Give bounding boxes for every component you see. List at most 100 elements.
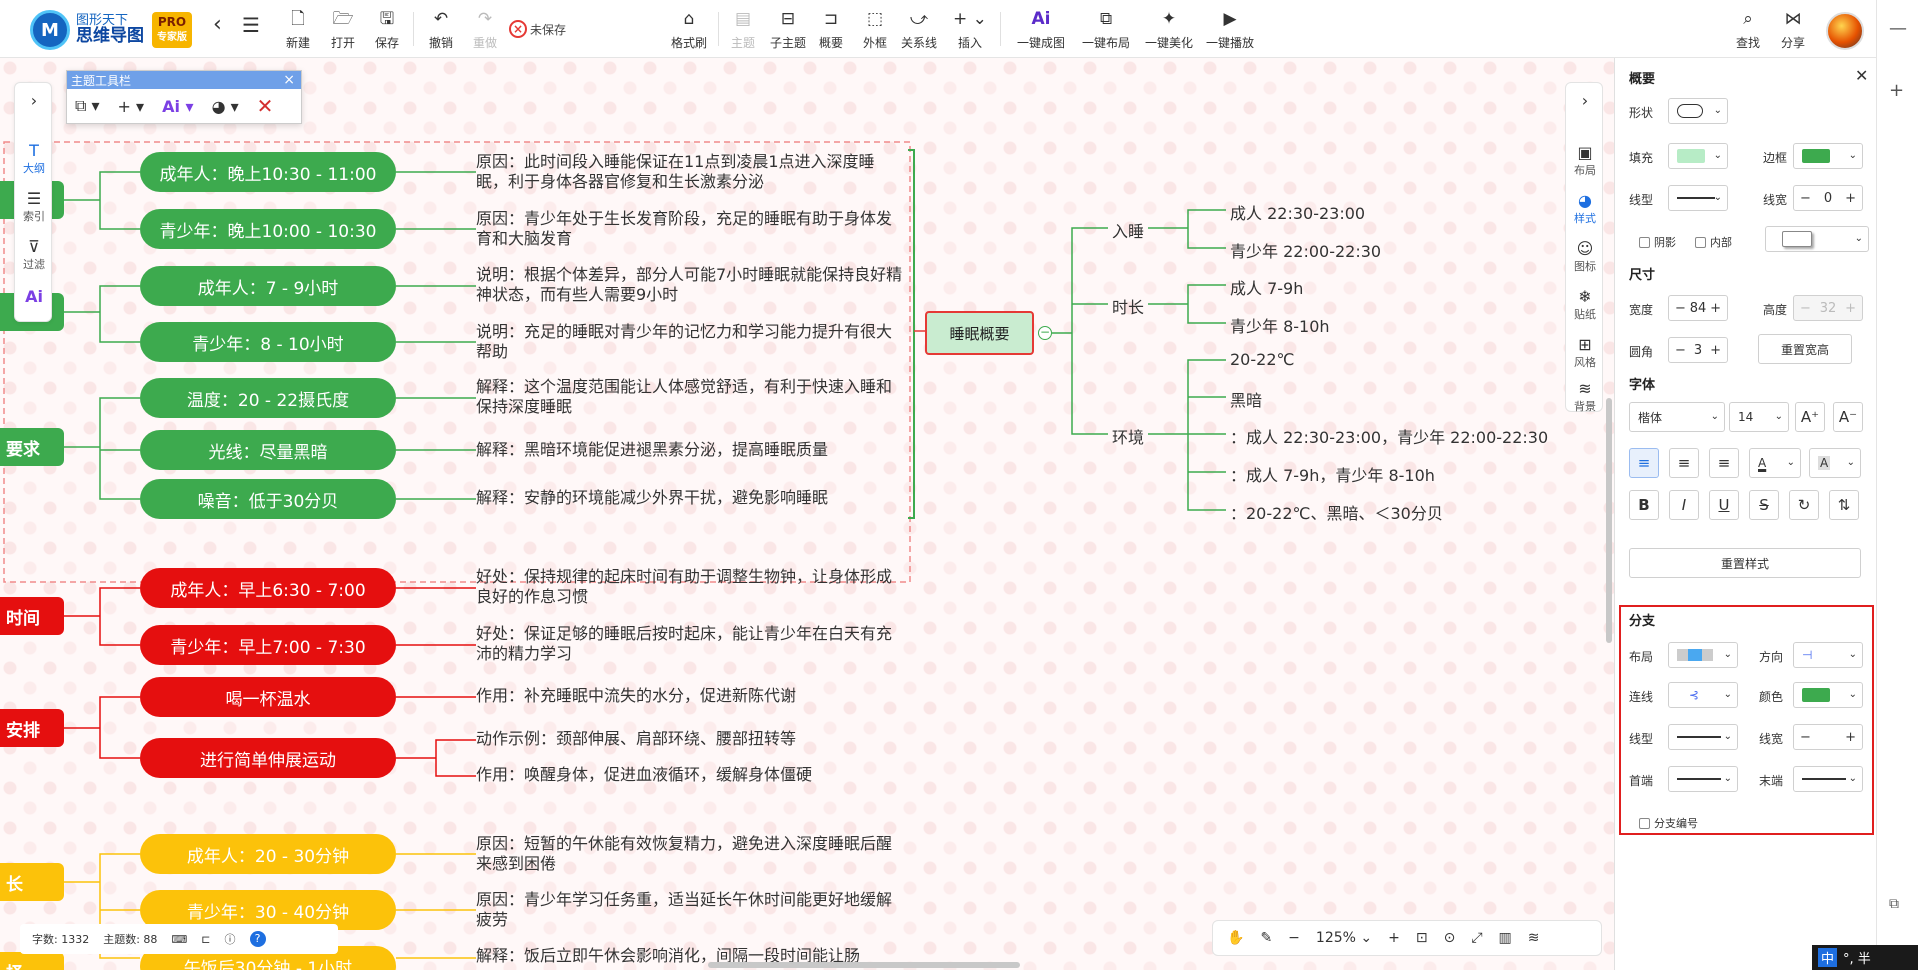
description-text[interactable]: 作用：补充睡眠中流失的水分，促进新陈代谢 [476, 686, 906, 706]
format-brush-button[interactable]: ⌂ 格式刷 [671, 8, 707, 52]
back-icon[interactable]: ‹ [213, 14, 222, 58]
zoom-in-icon[interactable]: + [1388, 930, 1400, 946]
screenshot-icon[interactable]: ⧉ [1889, 896, 1899, 912]
topic-node[interactable]: 成年人：早上6:30 - 7:00 [140, 568, 396, 608]
add-icon[interactable]: + ▾ [118, 97, 145, 116]
branch-label[interactable]: 时长 [1112, 294, 1144, 318]
font-family-select[interactable]: 楷体 ⌄ [1629, 402, 1725, 432]
layout-toggle-icon[interactable]: ⊏ [201, 933, 210, 946]
text-color-select[interactable]: A ⌄ [1749, 448, 1801, 478]
new-button[interactable]: 🗋 新建 [286, 8, 310, 52]
font-shrink-icon[interactable]: A⁻ [1833, 402, 1863, 432]
menu-icon[interactable]: ☰ [242, 14, 260, 58]
height-stepper[interactable]: −32 + [1793, 295, 1863, 321]
bold-icon[interactable]: B [1629, 490, 1659, 520]
branch-label[interactable]: 入睡 [1112, 218, 1144, 242]
group-label[interactable]: 择 [0, 952, 64, 970]
help-icon[interactable]: ? [249, 931, 266, 947]
app-logo[interactable]: M 图形天下 思维导图 PRO 专家版 [30, 10, 192, 50]
topic-node[interactable]: 喝一杯温水 [140, 677, 396, 717]
group-label[interactable]: 安排 [0, 709, 64, 747]
rail-background[interactable]: ≋ 背景 [1566, 379, 1604, 414]
play-button[interactable]: ▶ 一键播放 [1206, 8, 1254, 52]
rail-ai[interactable]: Ai [15, 287, 53, 306]
topic-node[interactable]: 成年人：20 - 30分钟 [140, 834, 396, 874]
reset-size-button[interactable]: 重置宽高 [1758, 334, 1852, 364]
map-icon[interactable]: ▥ [1499, 930, 1512, 946]
topic-node[interactable]: 青少年：晚上10:00 - 10:30 [140, 209, 396, 249]
description-text[interactable]: 说明：根据个体差异，部分人可能7小时睡眠就能保持良好精神状态，而有些人需要9小时 [476, 265, 906, 305]
description-text[interactable]: 好处：保持规律的起床时间有助于调整生物钟，让身体形成良好的作息习惯 [476, 567, 906, 607]
rail-theme[interactable]: ⊞ 风格 [1566, 335, 1604, 370]
width-stepper[interactable]: −84 + [1668, 295, 1728, 321]
description-text[interactable]: 原因：青少年学习任务重，适当延长午休时间能更好地缓解疲劳 [476, 890, 906, 930]
save-button[interactable]: 🖫 保存 [375, 8, 399, 52]
relation-button[interactable]: ⤻ 关系线 [901, 8, 937, 52]
beautify-button[interactable]: ✦ 一键美化 [1145, 8, 1193, 52]
pro-badge[interactable]: PRO 专家版 [152, 12, 192, 48]
zoom-level[interactable]: 125% ⌄ [1316, 930, 1372, 946]
branch-child[interactable]: 20-22℃ [1230, 350, 1294, 369]
topic-node[interactable]: 进行简单伸展运动 [140, 738, 396, 778]
palette-icon[interactable]: ◕ ▾ [212, 97, 239, 116]
center-icon[interactable]: ⊙ [1444, 930, 1456, 946]
close-icon[interactable]: × [283, 72, 301, 88]
ai-map-button[interactable]: Ai 一键成图 [1017, 8, 1065, 52]
description-text[interactable]: 原因：此时间段入睡能保证在11点到凌晨1点进入深度睡眠，利于身体各器官修复和生长… [476, 152, 906, 192]
delete-icon[interactable]: ✕ [257, 94, 274, 118]
reset-style-button[interactable]: 重置样式 [1629, 548, 1861, 578]
group-label[interactable]: 长 [0, 863, 64, 901]
strikethrough-icon[interactable]: S [1749, 490, 1779, 520]
line-type-select[interactable]: ⌄ [1668, 185, 1728, 211]
plus-icon[interactable]: + [1889, 80, 1904, 101]
topic-node[interactable]: 成年人：7 - 9小时 [140, 266, 396, 306]
branch-child[interactable]: 青少年 22:00-22:30 [1230, 238, 1381, 262]
topic-node[interactable]: 青少年：早上7:00 - 7:30 [140, 625, 396, 665]
expand-icon[interactable]: › [1566, 91, 1604, 110]
branch-child[interactable]: 成人 22:30-23:00 [1230, 200, 1365, 224]
topic-node[interactable]: 光线：尽量黑暗 [140, 430, 396, 470]
description-text[interactable]: 解释：安静的环境能减少外界干扰，避免影响睡眠 [476, 488, 906, 508]
avatar[interactable] [1826, 12, 1864, 50]
sub-topic-button[interactable]: ⊟ 子主题 [770, 8, 806, 52]
auto-layout-button[interactable]: ⧉ 一键布局 [1082, 8, 1130, 52]
shape-select[interactable]: ⌄ [1668, 98, 1728, 124]
description-text[interactable]: 解释：这个温度范围能让人体感觉舒适，有利于快速入睡和保持深度睡眠 [476, 377, 906, 417]
radius-stepper[interactable]: −3 + [1668, 337, 1728, 363]
rail-style[interactable]: ◕ 样式 [1566, 191, 1604, 226]
topic-node[interactable]: 成年人：晚上10:30 - 11:00 [140, 152, 396, 192]
share-button[interactable]: ⋈ 分享 [1781, 8, 1805, 52]
vertical-scrollbar[interactable] [1606, 398, 1612, 643]
description-text[interactable]: 作用：唤醒身体，促进血液循环，缓解身体僵硬 [476, 765, 906, 785]
topic-toolbar-header[interactable]: 主题工具栏 × [67, 71, 301, 89]
rail-filter[interactable]: ⊽ 过滤 [15, 237, 53, 272]
search-button[interactable]: ⌕ 查找 [1736, 8, 1760, 52]
boundary-button[interactable]: ⬚ 外框 [863, 8, 887, 52]
ai-icon[interactable]: Ai ▾ [162, 97, 193, 116]
branch-child[interactable]: 黑暗 [1230, 387, 1262, 411]
sort-icon[interactable]: ⇅ [1829, 490, 1859, 520]
rail-sticker[interactable]: ❄ 贴纸 [1566, 287, 1604, 322]
open-button[interactable]: 🗁 打开 [331, 8, 355, 52]
align-center-icon[interactable]: ≡ [1669, 448, 1699, 478]
keyboard-icon[interactable]: ⌨ [171, 933, 187, 946]
branch-child[interactable]: 青少年 8-10h [1230, 313, 1330, 337]
fill-color-select[interactable]: ⌄ [1668, 143, 1728, 169]
branch-child[interactable]: 成人 7-9h [1230, 275, 1303, 299]
topic-node[interactable]: 青少年：8 - 10小时 [140, 322, 396, 362]
align-left-icon[interactable]: ≡ [1629, 448, 1659, 478]
summary-button[interactable]: ⊐ 概要 [819, 8, 843, 52]
rail-layout[interactable]: ▣ 布局 [1566, 143, 1604, 178]
info-icon[interactable]: ⓘ [225, 931, 236, 947]
border-color-select[interactable]: ⌄ [1793, 143, 1863, 169]
fullscreen-icon[interactable]: ⤢ [1471, 930, 1482, 946]
description-text[interactable]: 原因：青少年处于生长发育阶段，充足的睡眠有助于身体发育和大脑发育 [476, 209, 906, 249]
topic-node[interactable]: 温度：20 - 22摄氏度 [140, 378, 396, 418]
center-topic[interactable]: 睡眠概要 [925, 311, 1034, 355]
redo-button[interactable]: ↷ 重做 [473, 8, 497, 52]
ime-indicator[interactable]: 中 °, 半 [1812, 945, 1918, 970]
inner-checkbox[interactable]: 内部 [1695, 234, 1732, 250]
copy-icon[interactable]: ⧉ ▾ [75, 96, 100, 116]
pen-icon[interactable]: ✎ [1260, 930, 1272, 946]
insert-button[interactable]: + ⌄ 插入 [953, 8, 987, 52]
